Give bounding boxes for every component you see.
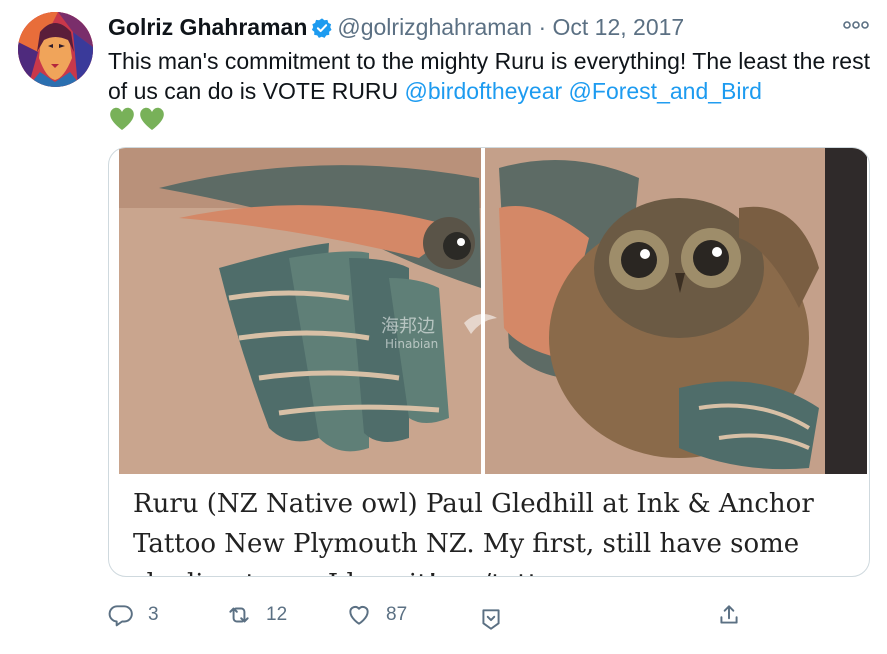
tweet-date[interactable]: Oct 12, 2017 — [553, 14, 685, 40]
mention-forest-and-bird[interactable]: @Forest_and_Bird — [569, 78, 762, 104]
bookmark-icon — [482, 609, 500, 630]
reply-count: 3 — [148, 604, 159, 625]
retweet-button[interactable]: 12 — [226, 602, 287, 628]
verified-badge-icon — [312, 18, 332, 38]
reply-icon — [108, 605, 133, 627]
share-button[interactable] — [716, 602, 756, 628]
watermark-cn: 海邦边 — [381, 316, 435, 337]
retweet-icon — [229, 607, 249, 623]
reply-button[interactable]: 3 — [108, 602, 159, 628]
retweet-count: 12 — [266, 604, 288, 625]
separator-dot: · — [538, 14, 547, 40]
tweet-actions: 3 12 87 — [108, 598, 868, 638]
tweet-text: This man's commitment to the mighty Ruru… — [108, 46, 878, 106]
save-button[interactable] — [478, 606, 518, 632]
tattoo-photo[interactable]: 海邦边 Hinabian — [119, 148, 867, 474]
author-name[interactable]: Golriz Ghahraman — [108, 14, 307, 40]
green-heart-emoji-icon — [110, 107, 164, 130]
media-card[interactable]: 海邦边 Hinabian Ruru (NZ Native owl) Paul G… — [108, 147, 870, 577]
avatar-portrait — [18, 12, 93, 87]
card-caption: Ruru (NZ Native owl) Paul Gledhill at In… — [133, 489, 814, 576]
like-count: 87 — [386, 604, 408, 625]
watermark-en: Hinabian — [385, 337, 438, 351]
more-icon[interactable] — [841, 14, 871, 36]
author-handle[interactable]: @golrizghahraman — [337, 14, 532, 40]
mention-birdoftheyear[interactable]: @birdoftheyear — [405, 78, 563, 104]
tweet-header: Golriz Ghahraman @golrizghahraman · Oct 1… — [108, 12, 684, 42]
heart-icon — [349, 605, 369, 625]
share-icon — [720, 605, 738, 624]
avatar[interactable] — [18, 12, 93, 87]
like-button[interactable]: 87 — [346, 602, 407, 628]
